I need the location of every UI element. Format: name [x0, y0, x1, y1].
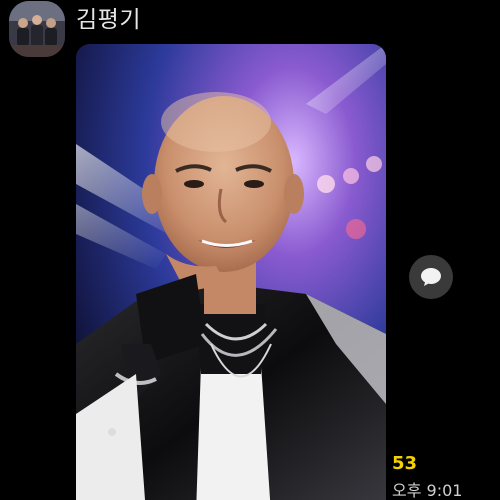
speech-bubble-icon — [421, 268, 441, 286]
chat-room: 김평기 53 오후 9:01 — [0, 0, 500, 500]
group-photo-avatar-icon — [9, 1, 65, 57]
sender-avatar[interactable] — [9, 1, 65, 57]
portrait-photo-icon — [76, 44, 386, 500]
message-timestamp: 오후 9:01 — [392, 481, 463, 500]
share-button[interactable] — [409, 255, 453, 299]
sender-name: 김평기 — [76, 7, 141, 33]
message-photo[interactable] — [76, 44, 386, 500]
unread-count: 53 — [392, 453, 418, 474]
